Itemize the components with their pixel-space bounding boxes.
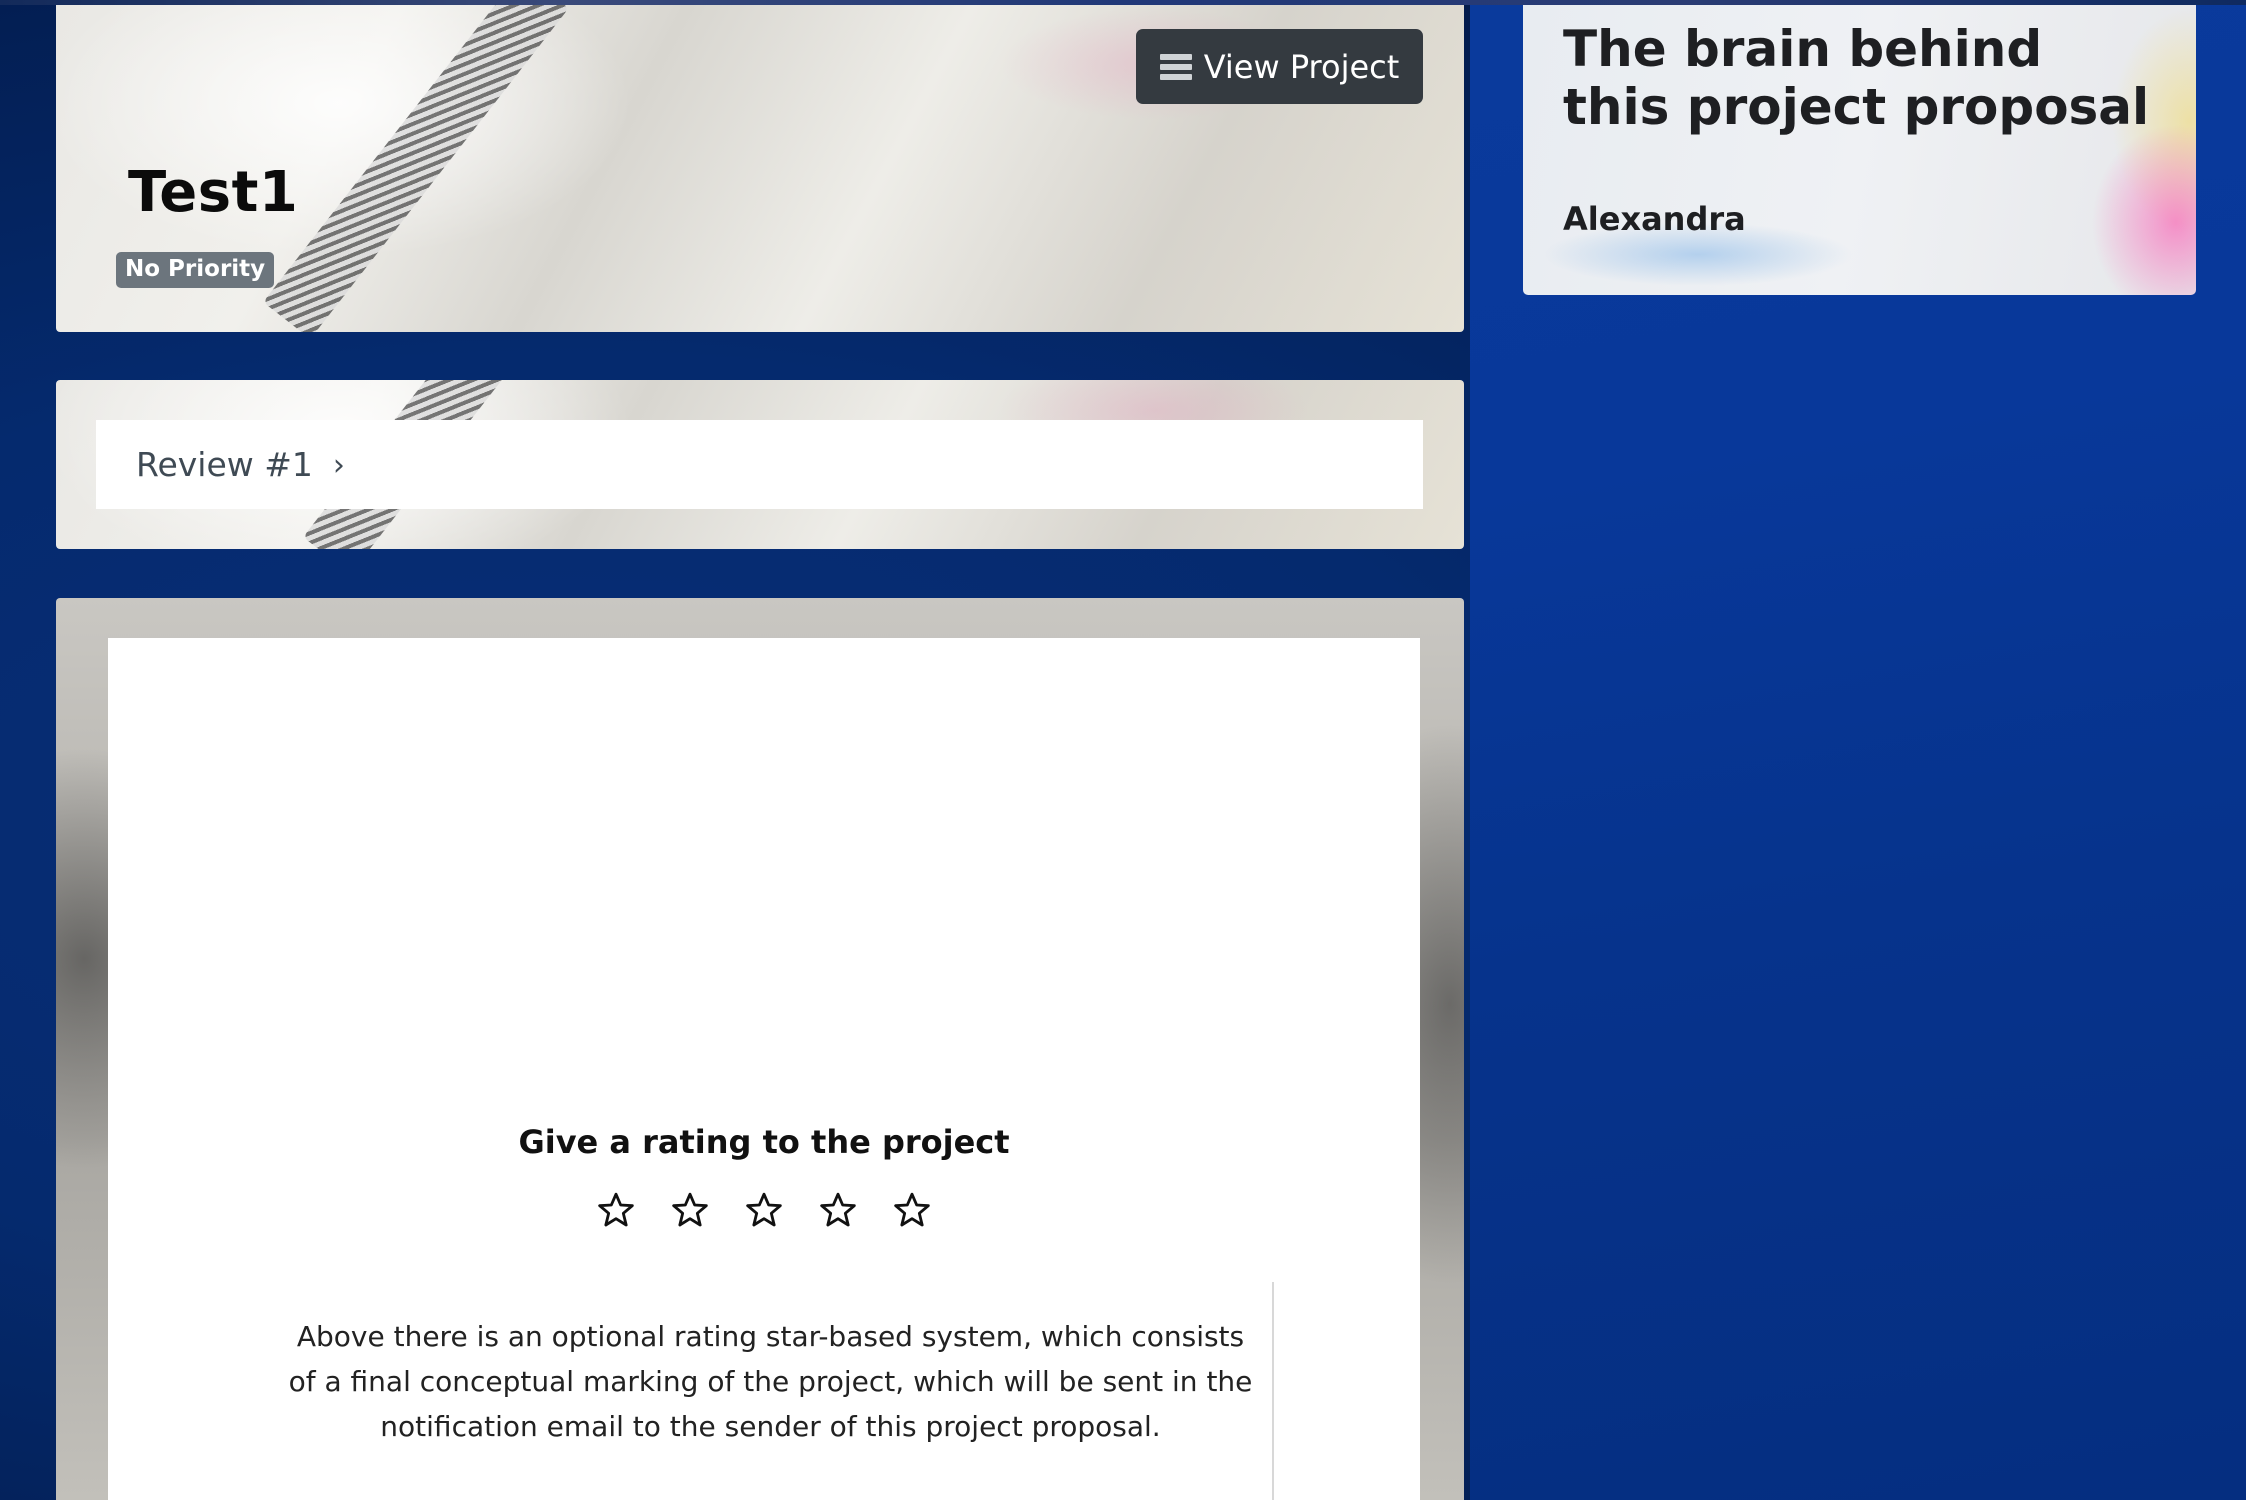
project-title: Test1 [128,160,299,225]
star-3-icon[interactable] [744,1190,784,1230]
review-label: Review #1 [136,445,313,484]
author-card-title: The brain behind this project proposal [1563,20,2150,136]
rating-card: Give a rating to the project Above there… [56,598,1464,1500]
view-project-label: View Project [1203,47,1400,86]
view-project-button[interactable]: View Project [1136,29,1423,104]
review-card: Review #1 › [56,380,1464,549]
review-accordion-toggle[interactable]: Review #1 › [96,420,1423,509]
star-1-icon[interactable] [596,1190,636,1230]
star-rating [108,1190,1420,1230]
rating-panel: Give a rating to the project Above there… [108,638,1420,1500]
star-5-icon[interactable] [892,1190,932,1230]
vertical-divider [1272,1282,1274,1500]
priority-badge: No Priority [116,252,275,288]
proposal-author-card: The brain behind this project proposal A… [1523,5,2196,295]
chevron-right-icon: › [332,448,345,483]
project-header-card: Test1 No Priority View Project [56,5,1464,332]
star-4-icon[interactable] [818,1190,858,1230]
notebook-coil-decoration [263,5,569,332]
rating-heading: Give a rating to the project [518,1123,1010,1161]
author-name: Alexandra [1563,200,1746,238]
star-2-icon[interactable] [670,1190,710,1230]
server-stack-icon [1159,53,1192,80]
rating-description: Above there is an optional rating star-b… [288,1320,1253,1443]
